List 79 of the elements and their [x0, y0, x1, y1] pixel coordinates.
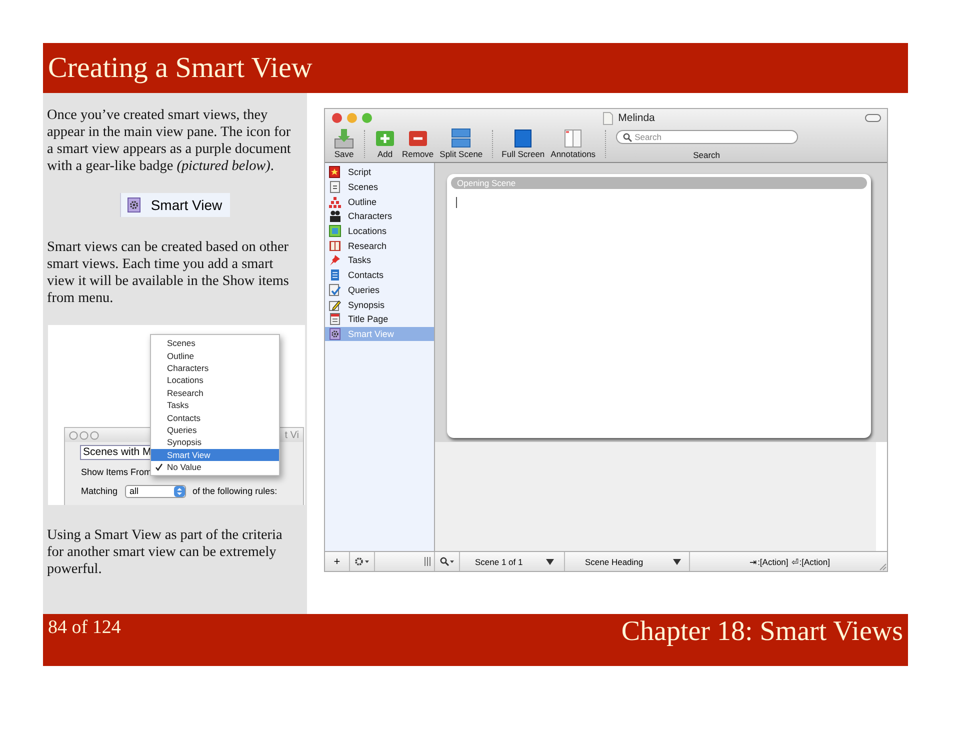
screen-icon: [512, 127, 534, 149]
menu-item[interactable]: Smart View: [151, 448, 279, 461]
menu-item[interactable]: Outline: [151, 349, 279, 362]
caret-icon: [546, 558, 554, 564]
paragraph: Using a Smart View as part of the criteria for another smart view can be extremely powerful.: [47, 527, 284, 578]
menu-item[interactable]: Locations: [151, 374, 279, 387]
binder-item[interactable]: Contacts: [325, 268, 434, 282]
search-menu-button[interactable]: [440, 557, 454, 566]
matching-popup[interactable]: all: [124, 484, 186, 498]
action-menu-button[interactable]: [354, 557, 370, 566]
tree-icon: [329, 196, 341, 208]
pencil-icon: [329, 298, 341, 311]
gear-icon: [354, 557, 370, 566]
window-buttons-icon: [69, 430, 99, 440]
binder-item[interactable]: Outline: [325, 194, 434, 210]
binder-item[interactable]: Synopsis: [325, 297, 434, 312]
menu-item[interactable]: Scenes: [151, 337, 279, 350]
binder-item[interactable]: Tasks: [325, 253, 434, 268]
chapter-title: Chapter 18: Smart Views: [621, 616, 903, 648]
stepper-icon: [174, 486, 185, 496]
binder-item[interactable]: Research: [325, 238, 434, 254]
page-number: 84 of 124: [48, 617, 121, 639]
notebook-icon: [329, 269, 341, 282]
toolbar-button[interactable]: Add: [371, 127, 399, 159]
document-icon: [603, 112, 614, 124]
toolbar-toggle-icon: [865, 114, 881, 122]
binder-item[interactable]: Script: [325, 165, 434, 180]
toolbar-button[interactable]: Remove: [399, 127, 437, 159]
search-icon: [622, 132, 632, 142]
scene-title-bar: Opening Scene: [451, 177, 867, 189]
shortcut-hint: ⇥:[Action]: [750, 556, 788, 566]
paragraph: Once you’ve created smart views, they appear in the main view pane. The icon for a smart view appears as a purple document with a gear-like badge (pictured below).: [47, 107, 292, 175]
people-icon: [329, 210, 341, 222]
field-label: Matching: [81, 486, 118, 496]
menu-item[interactable]: Queries: [151, 424, 279, 436]
menu-item[interactable]: No Value: [151, 460, 279, 474]
page-title: Creating a Smart View: [48, 51, 312, 85]
menu-item[interactable]: Tasks: [151, 398, 279, 412]
add-button[interactable]: +: [334, 556, 340, 568]
map-icon: [329, 225, 341, 238]
window-title: Melinda: [618, 112, 655, 124]
window-buttons-icon: [331, 112, 373, 124]
pushpin-icon: [329, 254, 341, 266]
toolbar-button[interactable]: Split Scene: [436, 127, 486, 159]
text-cursor: [456, 197, 457, 208]
item-label: Smart View: [150, 197, 222, 213]
search-field[interactable]: Search: [616, 130, 798, 144]
window-title: t Vi: [284, 430, 299, 440]
save-icon: [333, 127, 355, 149]
search-icon: [440, 557, 454, 566]
toolbar-button[interactable]: Full Screen: [498, 127, 548, 159]
binder-item[interactable]: Characters: [325, 209, 434, 224]
menu-item[interactable]: Characters: [151, 362, 279, 374]
search-label: Search: [693, 150, 720, 160]
shortcut-hint: ⏎:[Action]: [791, 556, 830, 566]
resize-grip-icon: [878, 562, 887, 571]
binder-item[interactable]: Title Page: [325, 312, 434, 327]
caret-icon: [673, 558, 681, 564]
toolbar-button[interactable]: Annotations: [548, 127, 599, 159]
book-icon: [329, 240, 341, 252]
status-dropdown[interactable]: Scene Heading: [565, 552, 690, 571]
field-label: of the following rules:: [192, 486, 278, 496]
toolbar-button[interactable]: Save: [330, 127, 358, 159]
binder-item[interactable]: Locations: [325, 224, 434, 238]
star-document-icon: [329, 166, 341, 178]
paragraph: Smart views can be created based on other smart views. Each time you add a smart view it will be available in the Show items from menu.: [47, 239, 290, 307]
status-dropdown[interactable]: Scene 1 of 1: [460, 552, 565, 571]
menu-item[interactable]: Contacts: [151, 411, 279, 424]
document-icon: [329, 181, 341, 194]
split-panels-icon: [450, 127, 472, 149]
grip-icon: [424, 557, 431, 566]
gear-document-icon: [329, 328, 341, 340]
checklist-icon: [329, 284, 341, 296]
menu-item[interactable]: Research: [151, 386, 279, 399]
page-icon: [329, 313, 341, 326]
gear-document-icon: [126, 197, 141, 213]
pages-icon: [562, 127, 584, 149]
binder-item[interactable]: Scenes: [325, 180, 434, 194]
binder-item[interactable]: Queries: [325, 282, 434, 298]
